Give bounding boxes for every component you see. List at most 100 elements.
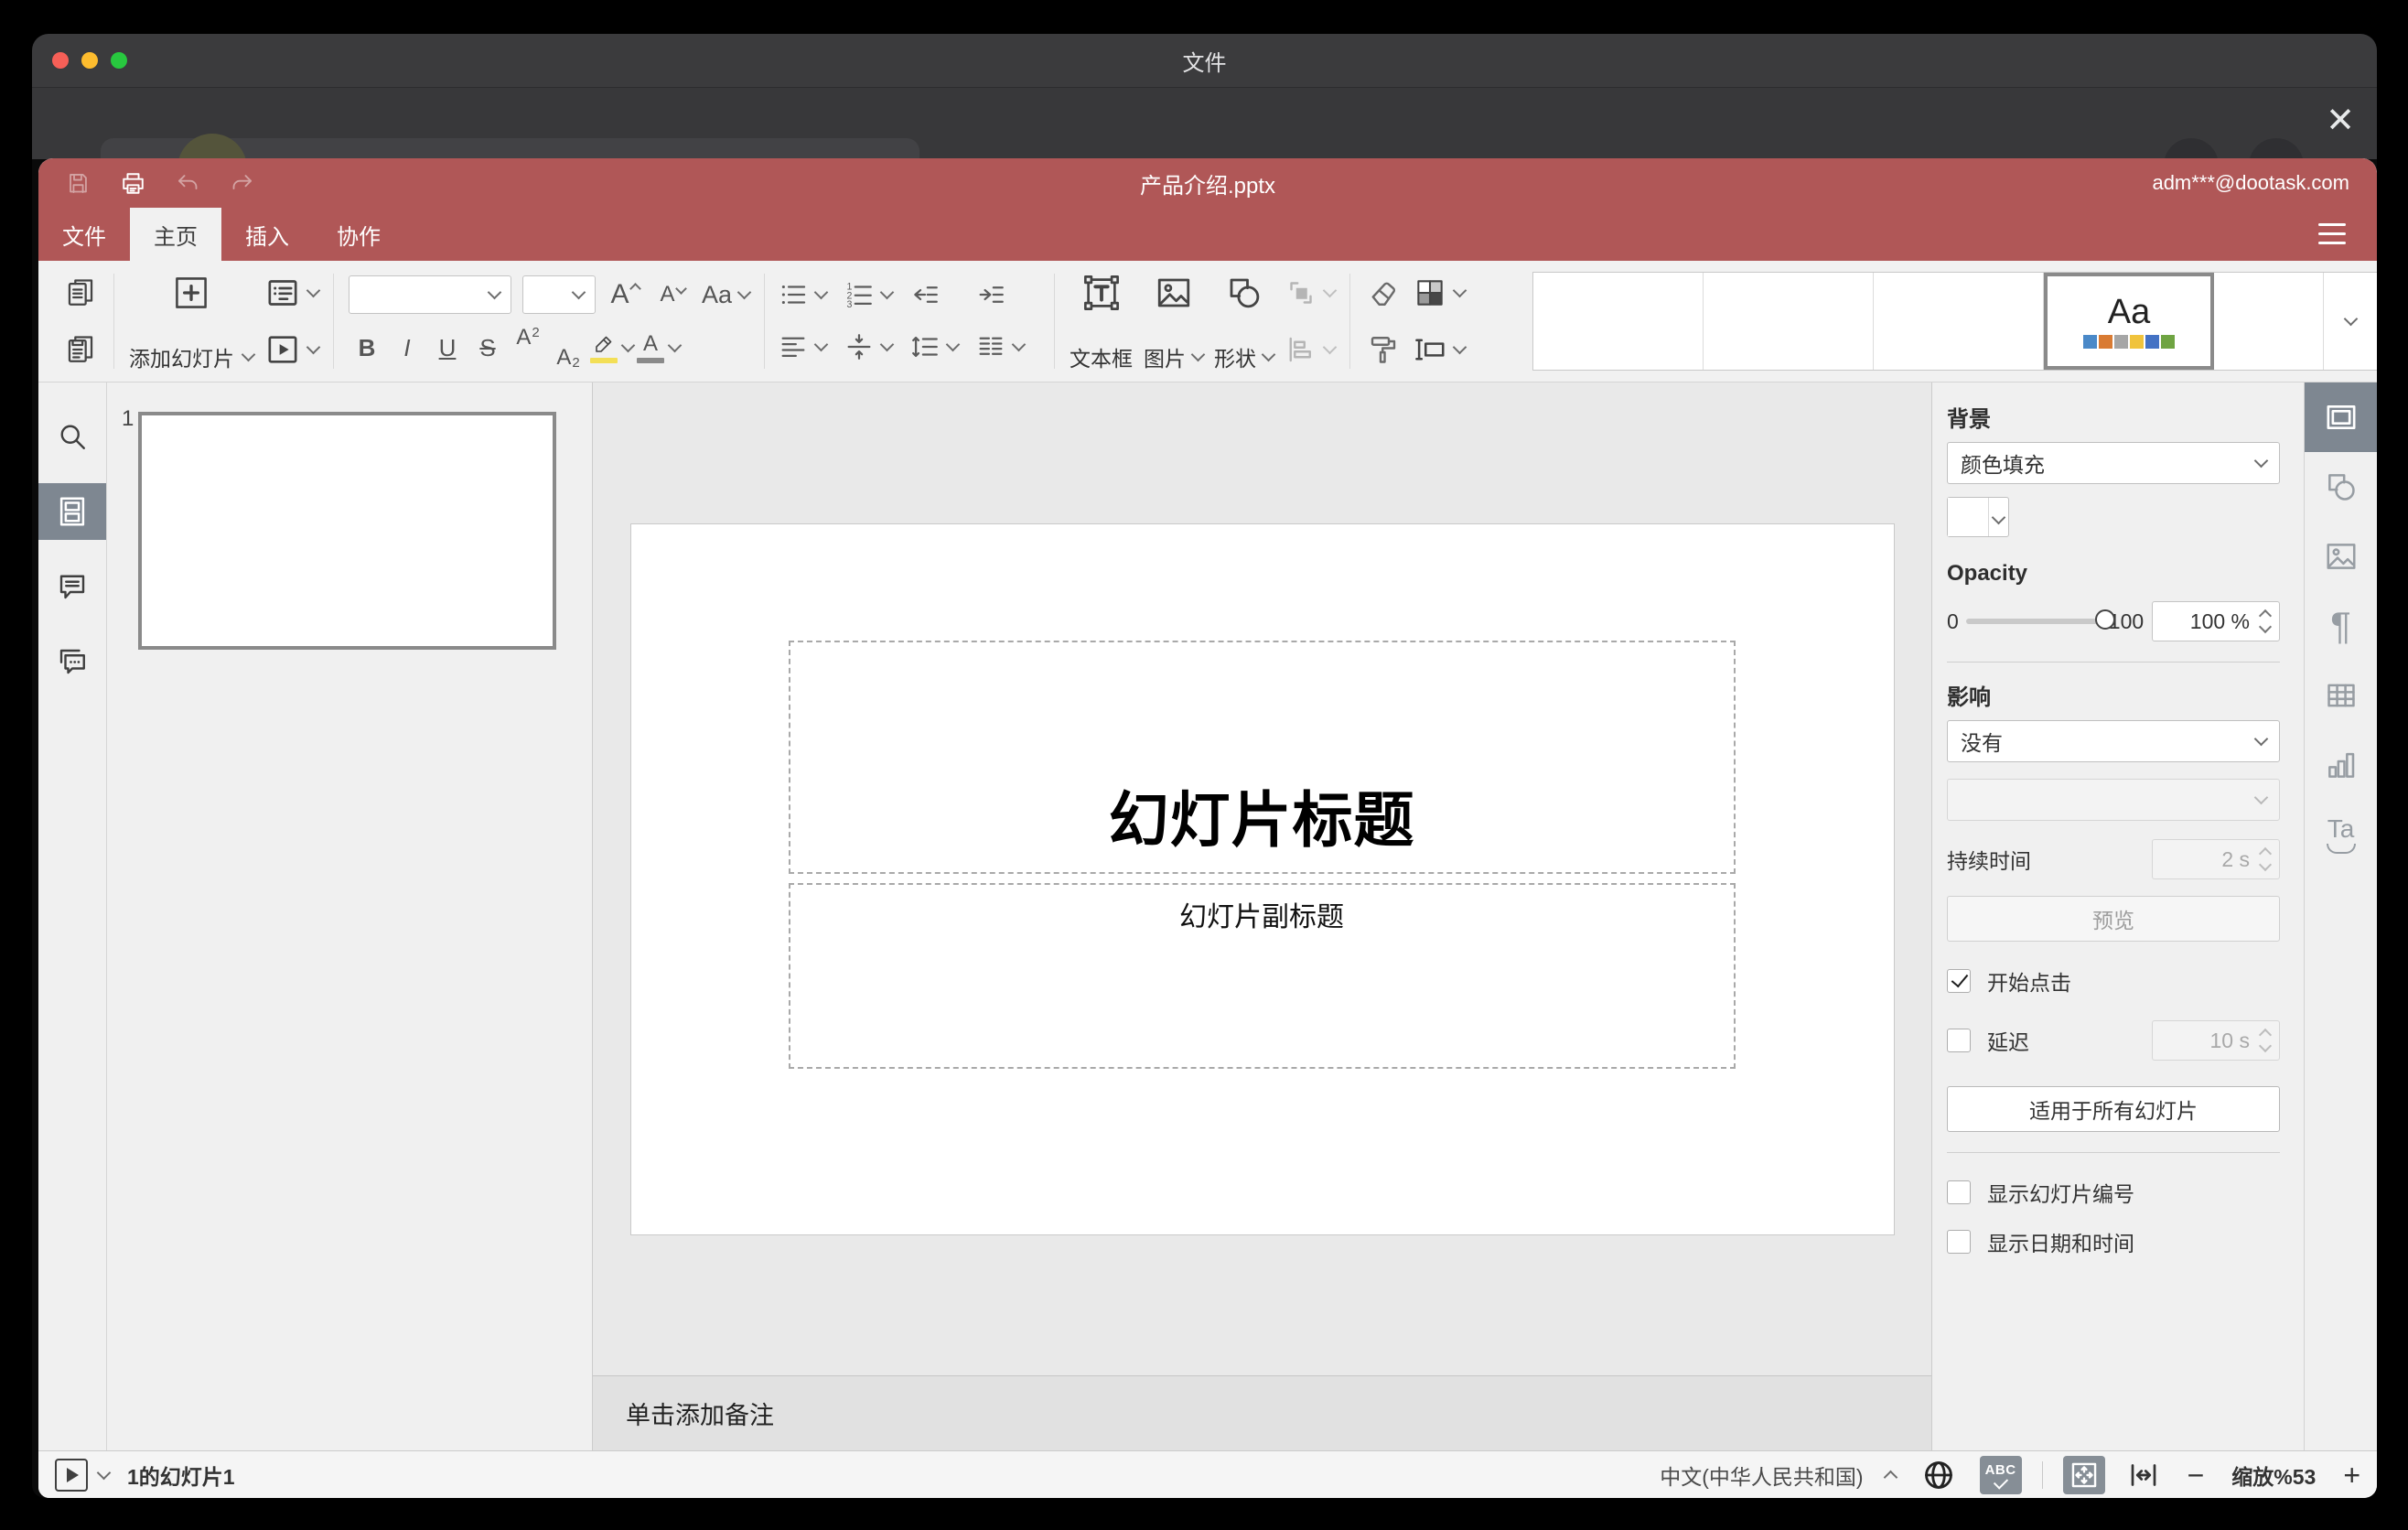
show-date-time-checkbox[interactable] <box>1947 1230 1971 1254</box>
paragraph-settings-icon[interactable]: ¶ <box>2305 591 2377 661</box>
copy-style-icon[interactable] <box>1365 327 1402 372</box>
toolbar-divider <box>764 274 766 369</box>
superscript-button[interactable]: A 2 <box>510 325 546 371</box>
effect-select[interactable]: 没有 <box>1947 720 2280 762</box>
background-fill-select[interactable]: 颜色填充 <box>1947 442 2280 484</box>
align-shape-icon[interactable] <box>1285 327 1338 372</box>
slide-thumbnail[interactable] <box>138 412 556 650</box>
toolbar-divider <box>333 274 334 369</box>
slide-settings-icon[interactable] <box>2305 382 2377 452</box>
preview-button[interactable]: 预览 <box>1947 896 2280 942</box>
background-section-label: 背景 <box>1947 407 1991 432</box>
zoom-traffic-light[interactable] <box>111 52 127 69</box>
underline-button[interactable]: U <box>429 325 466 371</box>
slide-layout-icon[interactable] <box>264 270 321 316</box>
start-slideshow-button[interactable] <box>55 1458 88 1492</box>
bold-button[interactable]: B <box>349 325 385 371</box>
increase-indent-button[interactable] <box>975 279 1006 310</box>
delay-spinner[interactable]: 10 s <box>2152 1020 2280 1061</box>
increase-font-icon[interactable]: A <box>607 272 643 318</box>
slide-size-icon[interactable] <box>1413 327 1467 372</box>
tab-collaboration[interactable]: 协作 <box>313 208 404 261</box>
font-size-combo[interactable] <box>522 275 596 314</box>
redo-icon[interactable] <box>230 171 254 196</box>
text-box-group[interactable]: 文本框 <box>1064 268 1138 374</box>
spell-check-toggle[interactable]: ABC <box>1979 1455 2022 1494</box>
slide[interactable]: 幻灯片标题 幻灯片副标题 <box>629 523 1895 1235</box>
theme-gallery: Aa <box>1532 272 2377 371</box>
menu-icon[interactable] <box>2318 223 2346 244</box>
opacity-spinner[interactable]: 100 % <box>2152 601 2280 641</box>
add-slide-group[interactable]: 添加幻灯片 <box>124 268 259 374</box>
paste-icon[interactable] <box>62 327 99 372</box>
close-icon[interactable]: ✕ <box>2326 103 2355 138</box>
image-settings-icon[interactable] <box>2305 522 2377 591</box>
show-date-time-label: 显示日期和时间 <box>1987 1232 2134 1255</box>
tab-file[interactable]: 文件 <box>38 208 130 261</box>
zoom-in-button[interactable]: + <box>2343 1460 2360 1490</box>
theme-option[interactable] <box>1874 273 2044 370</box>
title-placeholder[interactable]: 幻灯片标题 <box>788 640 1736 874</box>
bullet-list-button[interactable] <box>778 279 829 310</box>
chart-settings-icon[interactable] <box>2305 730 2377 800</box>
text-art-settings-icon[interactable]: Ta <box>2305 800 2377 869</box>
theme-option[interactable] <box>2214 273 2324 370</box>
subtitle-placeholder[interactable]: 幻灯片副标题 <box>788 882 1736 1069</box>
theme-color-swatches <box>2083 334 2175 349</box>
slides-panel-icon[interactable] <box>38 483 106 540</box>
strikeout-button[interactable]: S <box>469 325 506 371</box>
vertical-align-button[interactable] <box>844 331 895 362</box>
theme-option[interactable] <box>1704 273 1874 370</box>
show-slide-number-checkbox[interactable] <box>1947 1180 1971 1204</box>
shape-group[interactable]: 形状 <box>1209 268 1279 374</box>
subscript-button[interactable]: A 2 <box>550 325 586 371</box>
clear-style-icon[interactable] <box>1365 270 1402 316</box>
theme-colors-icon[interactable] <box>1413 270 1467 316</box>
notes-area[interactable]: 单击添加备注 <box>593 1375 1931 1450</box>
background-color-select[interactable] <box>1947 497 2009 537</box>
change-case-icon[interactable]: Aa <box>702 272 752 318</box>
arrange-shape-icon[interactable] <box>1285 270 1338 316</box>
apply-to-all-slides-button[interactable]: 适用于所有幻灯片 <box>1947 1086 2280 1132</box>
fit-to-width-icon[interactable] <box>2127 1459 2160 1492</box>
numbered-list-button[interactable]: 123 <box>844 279 895 310</box>
decrease-font-icon[interactable]: A <box>654 272 691 318</box>
shape-settings-icon[interactable] <box>2305 452 2377 522</box>
comments-icon[interactable] <box>38 558 106 615</box>
duration-spinner[interactable]: 2 s <box>2152 839 2280 879</box>
opacity-slider[interactable] <box>1965 609 2115 630</box>
zoom-out-button[interactable]: − <box>2188 1460 2205 1490</box>
save-icon[interactable] <box>66 171 91 196</box>
font-color-button[interactable]: A <box>637 325 683 371</box>
fit-to-slide-toggle[interactable] <box>2062 1455 2105 1494</box>
search-icon[interactable] <box>38 408 106 465</box>
document-language-icon[interactable] <box>1921 1458 1956 1492</box>
line-spacing-button[interactable] <box>909 331 961 362</box>
tab-home[interactable]: 主页 <box>130 208 221 261</box>
theme-option-selected[interactable]: Aa <box>2044 273 2214 370</box>
decrease-indent-button[interactable] <box>909 279 941 310</box>
start-slideshow-icon[interactable] <box>264 327 321 372</box>
minimize-traffic-light[interactable] <box>81 52 98 69</box>
style-tools-group <box>1360 268 1407 374</box>
effect-type-select[interactable] <box>1947 779 2280 821</box>
font-name-combo[interactable] <box>349 275 511 314</box>
image-group[interactable]: 图片 <box>1138 268 1209 374</box>
copy-icon[interactable] <box>62 270 99 316</box>
table-settings-icon[interactable] <box>2305 661 2377 730</box>
delay-checkbox[interactable] <box>1947 1029 1971 1052</box>
italic-button[interactable]: I <box>389 325 425 371</box>
print-icon[interactable] <box>120 170 146 197</box>
highlight-color-button[interactable] <box>590 325 636 371</box>
close-traffic-light[interactable] <box>52 52 69 69</box>
columns-button[interactable] <box>975 331 1027 362</box>
undo-icon[interactable] <box>176 171 200 196</box>
opacity-slider-thumb[interactable] <box>2094 609 2115 630</box>
theme-option[interactable] <box>1533 273 1704 370</box>
chat-icon[interactable] <box>38 633 106 690</box>
tab-insert[interactable]: 插入 <box>221 208 313 261</box>
theme-gallery-expand-button[interactable] <box>2324 273 2377 370</box>
horizontal-align-button[interactable] <box>778 331 829 362</box>
language-selector[interactable]: 中文(中华人民共和国) <box>1660 1460 1897 1491</box>
start-on-click-checkbox[interactable] <box>1947 969 1971 993</box>
